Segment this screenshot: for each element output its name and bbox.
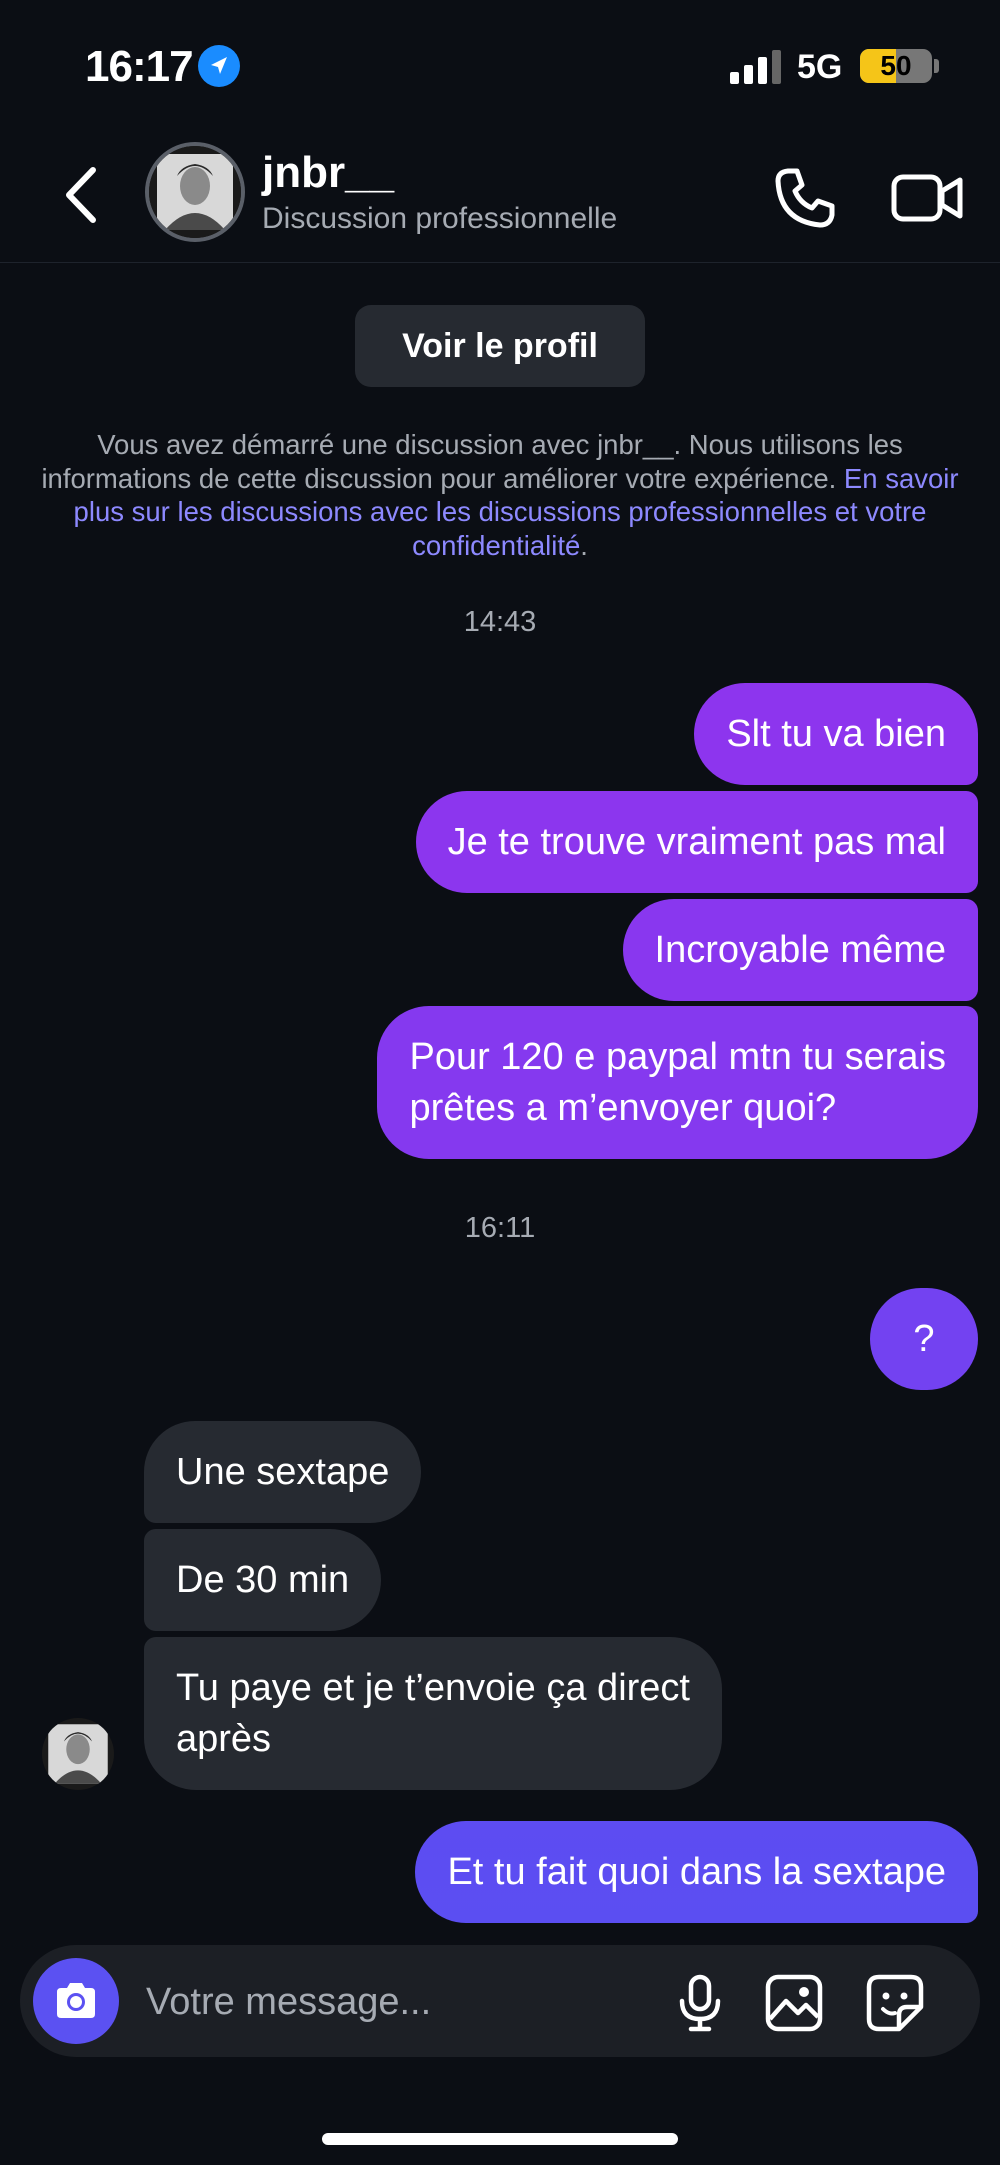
status-time: 16:17 (85, 42, 194, 91)
message-text: Incroyable même (654, 928, 946, 971)
back-chevron-icon[interactable] (55, 160, 115, 230)
video-camera-icon[interactable] (890, 163, 965, 233)
discussion-notice: Vous avez démarré une discussion avec jn… (20, 428, 980, 562)
gallery-icon[interactable] (764, 1973, 824, 2033)
message-text: Je te trouve vraiment pas mal (447, 820, 946, 863)
avatar[interactable] (145, 142, 245, 242)
signal-icon (730, 50, 781, 84)
battery-tip (934, 59, 939, 73)
sticker-icon[interactable] (865, 1973, 925, 2033)
status-bar: 16:17 5G 50 (0, 0, 1000, 130)
chat-header: jnbr__ Discussion professionnelle (0, 130, 1000, 263)
phone-icon[interactable] (770, 163, 840, 233)
battery-level: 50 (880, 50, 912, 81)
contact-username[interactable]: jnbr__ (262, 148, 394, 198)
sent-message[interactable]: ? (870, 1288, 978, 1390)
location-arrow-icon (198, 45, 240, 87)
message-text: Slt tu va bien (726, 712, 946, 755)
avatar[interactable] (42, 1718, 114, 1790)
microphone-icon[interactable] (670, 1973, 730, 2033)
received-message[interactable]: De 30 min (144, 1529, 382, 1631)
message-text: Une sextape (176, 1450, 390, 1493)
home-indicator (322, 2133, 678, 2145)
sent-message[interactable]: Pour 120 e paypal mtn tu serais prêtes a… (377, 1006, 978, 1159)
camera-icon (57, 1983, 95, 2018)
sent-message[interactable]: Je te trouve vraiment pas mal (415, 791, 978, 893)
sent-message[interactable]: Slt tu va bien (694, 683, 978, 785)
message-text-line-2: prêtes a m’envoyer quoi? (409, 1086, 837, 1129)
view-profile-button[interactable]: Voir le profil (355, 305, 645, 387)
message-text-line-1: Tu paye et je t’envoie ça direct (176, 1666, 690, 1709)
contact-subtitle: Discussion professionnelle (262, 202, 618, 235)
camera-button[interactable] (33, 1958, 119, 2044)
timestamp: 16:11 (464, 1212, 536, 1244)
notice-text: Vous avez démarré une discussion avec jn… (41, 429, 903, 494)
message-composer (20, 1945, 980, 2057)
sent-message[interactable]: Incroyable même (622, 899, 978, 1001)
message-text: Et tu fait quoi dans la sextape (447, 1850, 946, 1893)
message-input[interactable] (144, 1971, 668, 2033)
battery-indicator: 50 (860, 49, 932, 83)
notice-end: . (580, 529, 588, 561)
network-type: 5G (797, 48, 843, 86)
message-text: ? (913, 1317, 935, 1360)
timestamp: 14:43 (463, 606, 537, 638)
received-message[interactable]: Une sextape (144, 1421, 422, 1523)
message-text-line-1: Pour 120 e paypal mtn tu serais (409, 1035, 946, 1078)
received-message[interactable]: Tu paye et je t’envoie ça direct après (144, 1637, 722, 1790)
message-text: De 30 min (176, 1558, 350, 1601)
message-text-line-2: après (176, 1717, 272, 1760)
sent-message[interactable]: Et tu fait quoi dans la sextape (415, 1821, 978, 1923)
